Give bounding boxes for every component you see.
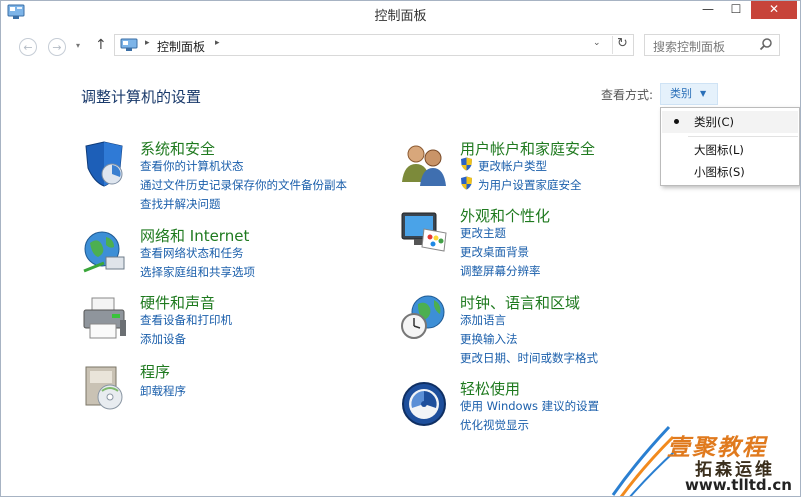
link-windows-recommended-settings[interactable]: 使用 Windows 建议的设置 xyxy=(460,398,599,414)
menu-item-category[interactable]: 类别(C) xyxy=(662,111,798,133)
menu-item-small-icons[interactable]: 小图标(S) xyxy=(662,161,798,183)
window-title: 控制面板 xyxy=(374,9,427,24)
category-title[interactable]: 时钟、语言和区域 xyxy=(460,292,580,313)
category-title[interactable]: 外观和个性化 xyxy=(460,205,550,226)
link-add-device[interactable]: 添加设备 xyxy=(140,331,186,347)
link-change-desktop-background[interactable]: 更改桌面背景 xyxy=(460,244,529,260)
control-panel-icon xyxy=(120,38,138,51)
address-bar[interactable]: ▸ 控制面板 ▸ ⌄ ↻ xyxy=(114,34,634,56)
globe-network-icon[interactable] xyxy=(80,227,128,275)
link-change-date-time-format[interactable]: 更改日期、时间或数字格式 xyxy=(460,350,598,366)
breadcrumb-arrow[interactable]: ▸ xyxy=(215,38,220,48)
title-bar: 控制面板 — ☐ ✕ xyxy=(1,1,800,25)
page-title: 调整计算机的设置 xyxy=(81,88,202,106)
link-uninstall-program[interactable]: 卸载程序 xyxy=(140,383,186,399)
breadcrumb-root-arrow[interactable]: ▸ xyxy=(145,38,150,48)
watermark: 壹聚教程 拓森运维 www.tlltd.cn xyxy=(607,421,800,496)
selected-bullet-icon xyxy=(674,119,679,124)
menu-item-label: 类别(C) xyxy=(694,115,735,129)
menu-item-label: 小图标(S) xyxy=(694,165,745,179)
category-title[interactable]: 程序 xyxy=(140,361,170,382)
maximize-button[interactable]: ☐ xyxy=(723,1,749,19)
printer-icon[interactable] xyxy=(80,294,128,342)
recent-locations-icon[interactable]: ▾ xyxy=(76,41,80,50)
view-by-value: 类别 xyxy=(670,87,692,100)
forward-button[interactable]: → xyxy=(48,38,66,56)
users-icon[interactable] xyxy=(400,140,448,188)
link-optimize-visual-display[interactable]: 优化视觉显示 xyxy=(460,417,529,433)
link-network-status[interactable]: 查看网络状态和任务 xyxy=(140,245,244,261)
category-title[interactable]: 硬件和声音 xyxy=(140,292,215,313)
uac-shield-icon xyxy=(461,157,472,171)
globe-clock-icon[interactable] xyxy=(400,294,448,342)
link-devices-printers[interactable]: 查看设备和打印机 xyxy=(140,312,232,328)
link-change-account-type[interactable]: 更改帐户类型 xyxy=(478,158,547,174)
link-file-history-backup[interactable]: 通过文件历史记录保存你的文件备份副本 xyxy=(140,177,347,193)
category-title[interactable]: 系统和安全 xyxy=(140,138,215,159)
link-change-input-method[interactable]: 更换输入法 xyxy=(460,331,518,347)
link-homegroup-sharing[interactable]: 选择家庭组和共享选项 xyxy=(140,264,255,280)
menu-separator xyxy=(688,136,798,137)
link-add-language[interactable]: 添加语言 xyxy=(460,312,506,328)
link-view-computer-status[interactable]: 查看你的计算机状态 xyxy=(140,158,244,174)
shield-icon[interactable] xyxy=(80,140,128,188)
watermark-url: www.tlltd.cn xyxy=(685,476,792,494)
menu-item-large-icons[interactable]: 大图标(L) xyxy=(662,139,798,161)
view-by-dropdown[interactable]: 类别 ▼ xyxy=(660,83,718,105)
monitor-palette-icon[interactable] xyxy=(400,207,448,255)
category-title[interactable]: 网络和 Internet xyxy=(140,225,249,246)
category-title[interactable]: 轻松使用 xyxy=(460,378,520,399)
search-icon[interactable] xyxy=(759,37,773,51)
address-dropdown-icon[interactable]: ⌄ xyxy=(593,38,601,48)
link-change-theme[interactable]: 更改主题 xyxy=(460,225,506,241)
control-panel-window: 控制面板 — ☐ ✕ ← → ▾ ↑ ▸ 控制面板 ▸ ⌄ ↻ 搜索控制面板 调… xyxy=(0,0,801,497)
breadcrumb[interactable]: 控制面板 xyxy=(157,38,205,55)
up-button[interactable]: ↑ xyxy=(95,37,107,53)
back-button[interactable]: ← xyxy=(19,38,37,56)
refresh-button[interactable]: ↻ xyxy=(612,36,628,54)
link-adjust-resolution[interactable]: 调整屏幕分辨率 xyxy=(460,263,541,279)
minimize-button[interactable]: — xyxy=(695,1,721,19)
view-by-menu: 类别(C) 大图标(L) 小图标(S) xyxy=(660,107,800,186)
close-button[interactable]: ✕ xyxy=(751,1,797,19)
link-troubleshoot[interactable]: 查找并解决问题 xyxy=(140,196,221,212)
programs-box-icon[interactable] xyxy=(80,363,128,411)
link-family-safety[interactable]: 为用户设置家庭安全 xyxy=(478,177,582,193)
menu-item-label: 大图标(L) xyxy=(694,143,744,157)
ease-of-access-icon[interactable] xyxy=(400,380,448,428)
uac-shield-icon xyxy=(461,176,472,190)
search-placeholder: 搜索控制面板 xyxy=(653,40,726,54)
search-input[interactable]: 搜索控制面板 xyxy=(644,34,780,56)
category-title[interactable]: 用户帐户和家庭安全 xyxy=(460,138,595,159)
chevron-down-icon: ▼ xyxy=(700,89,707,98)
view-by-label: 查看方式: xyxy=(601,88,654,102)
navigation-bar: ← → ▾ ↑ ▸ 控制面板 ▸ ⌄ ↻ 搜索控制面板 xyxy=(1,29,800,61)
